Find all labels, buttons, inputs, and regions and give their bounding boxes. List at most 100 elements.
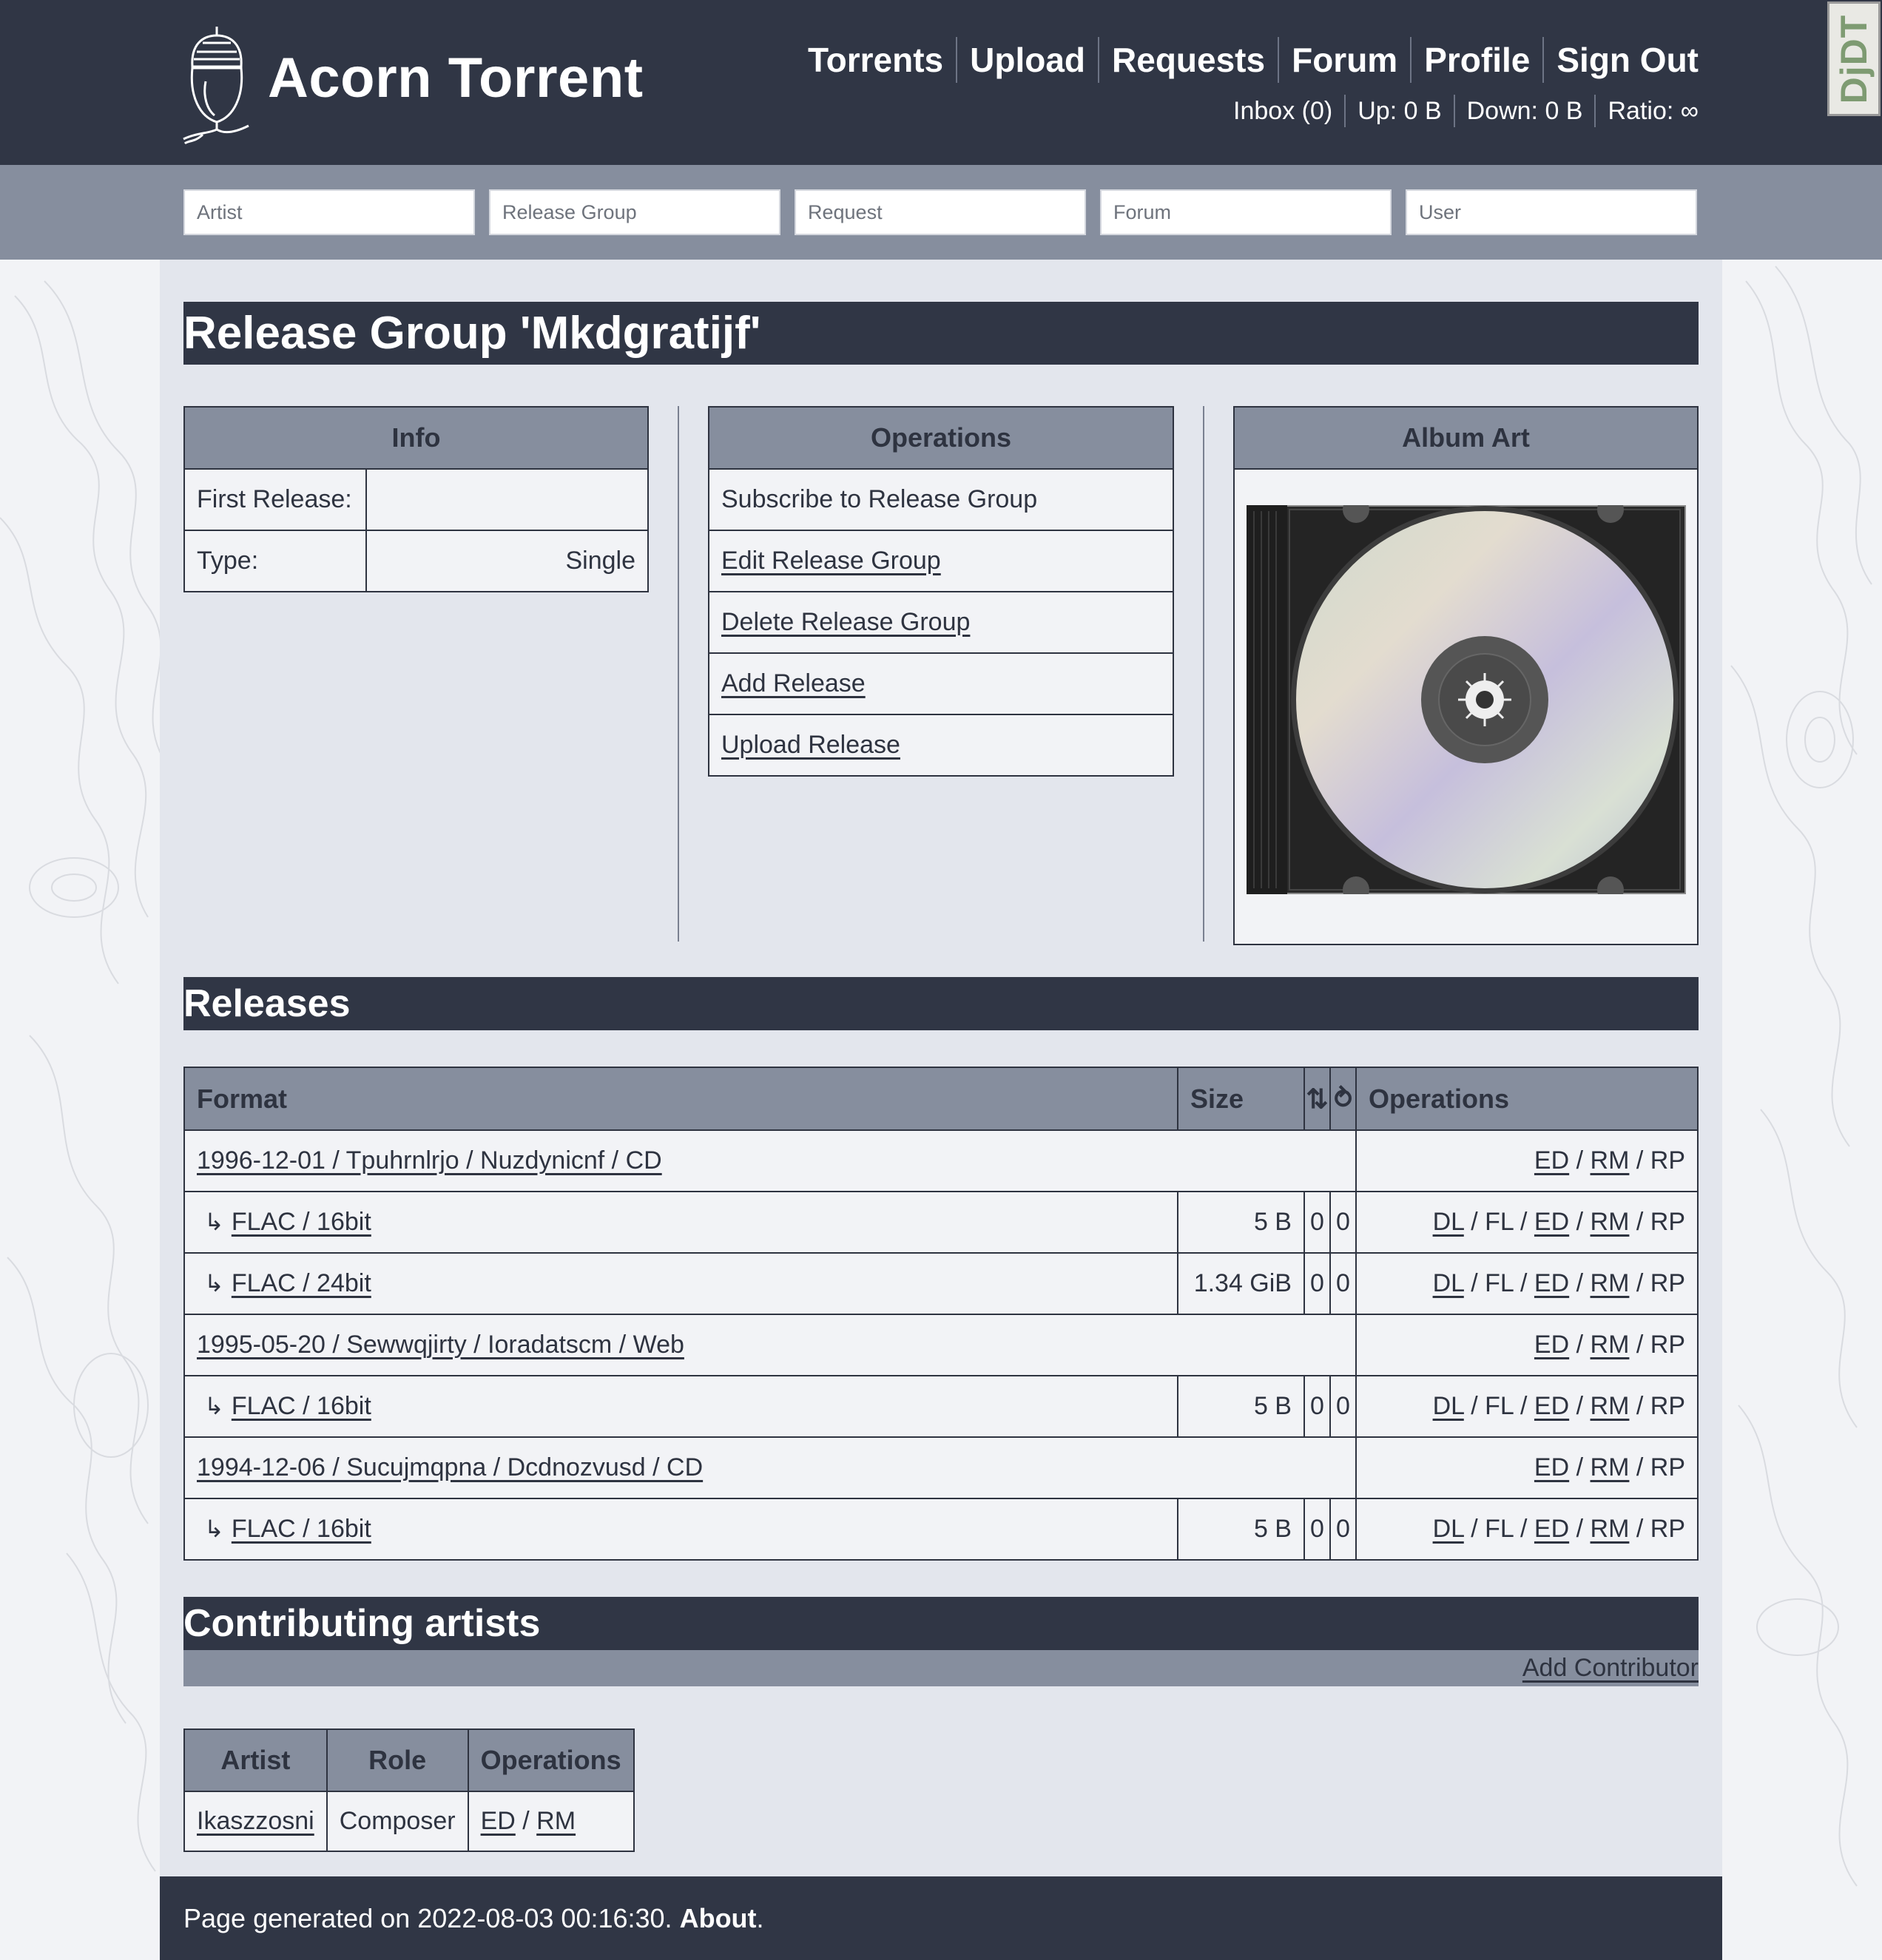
- ratio-stat: Ratio: ∞: [1594, 95, 1699, 127]
- sub-arrow-icon: ↳: [204, 1515, 224, 1542]
- format-column-header[interactable]: Format: [183, 1067, 1178, 1131]
- separator: /: [1636, 1331, 1644, 1359]
- nav-forum[interactable]: Forum: [1278, 37, 1410, 83]
- torrent-freeleech-link[interactable]: FL: [1485, 1515, 1513, 1543]
- torrent-report-link[interactable]: RP: [1650, 1208, 1685, 1236]
- separator: /: [1636, 1392, 1644, 1420]
- torrent-remove-link[interactable]: RM: [1591, 1392, 1630, 1420]
- torrent-snatched: 0: [1329, 1252, 1357, 1315]
- release-link[interactable]: 1995-05-20 / Sewwqjirty / Ioradatscm / W…: [197, 1331, 684, 1359]
- download-stat: Down: 0 B: [1453, 95, 1595, 127]
- contributor-artist-link[interactable]: Ikaszzosni: [197, 1807, 314, 1835]
- operations-column-header: Operations: [1355, 1067, 1699, 1131]
- contributing-toolbar: Add Contributor: [183, 1650, 1699, 1686]
- info-header: Info: [183, 406, 649, 470]
- column-divider: [1203, 406, 1204, 942]
- site-footer: Page generated on 2022-08-03 00:16:30. A…: [160, 1876, 1722, 1960]
- contributors-table: Artist Role Operations Ikaszzosni Compos…: [183, 1728, 635, 1852]
- column-divider: [678, 406, 679, 942]
- torrent-format-link[interactable]: FLAC / 16bit: [232, 1515, 371, 1543]
- add-release-link[interactable]: Add Release: [721, 669, 866, 697]
- album-art-cd-image: [1247, 505, 1686, 894]
- torrent-format-link[interactable]: FLAC / 16bit: [232, 1392, 371, 1420]
- release-edit-link[interactable]: ED: [1534, 1331, 1569, 1359]
- separator: /: [1576, 1453, 1584, 1481]
- search-bar: [0, 165, 1882, 260]
- separator: /: [1576, 1146, 1584, 1175]
- release-report-link[interactable]: RP: [1650, 1331, 1685, 1359]
- album-art-header: Album Art: [1233, 406, 1699, 470]
- type-value: Single: [365, 530, 649, 592]
- release-report-link[interactable]: RP: [1650, 1453, 1685, 1481]
- inbox-link[interactable]: Inbox (0): [1221, 95, 1344, 127]
- torrent-download-link[interactable]: DL: [1433, 1208, 1464, 1236]
- torrent-freeleech-link[interactable]: FL: [1485, 1208, 1513, 1236]
- torrent-snatched: 0: [1329, 1191, 1357, 1254]
- contributor-role: Composer: [326, 1791, 469, 1852]
- torrent-report-link[interactable]: RP: [1650, 1515, 1685, 1543]
- page-title: Release Group 'Mkdgratijf': [183, 308, 761, 359]
- torrent-remove-link[interactable]: RM: [1591, 1208, 1630, 1236]
- release-link[interactable]: 1994-12-06 / Sucujmqpna / Dcdnozvusd / C…: [197, 1453, 703, 1481]
- torrent-seeders: 0: [1303, 1375, 1331, 1438]
- nav-requests[interactable]: Requests: [1098, 37, 1278, 83]
- torrent-remove-link[interactable]: RM: [1591, 1515, 1630, 1543]
- torrent-report-link[interactable]: RP: [1650, 1392, 1685, 1420]
- site-title[interactable]: Acorn Torrent: [268, 46, 644, 110]
- separator: /: [1636, 1453, 1644, 1481]
- torrent-download-link[interactable]: DL: [1433, 1515, 1464, 1543]
- edit-release-group-link[interactable]: Edit Release Group: [721, 547, 941, 575]
- separator: /: [1576, 1208, 1584, 1236]
- acorn-logo-icon[interactable]: [181, 22, 253, 144]
- forum-search-input[interactable]: [1100, 189, 1392, 235]
- delete-release-group-link[interactable]: Delete Release Group: [721, 608, 970, 636]
- torrent-download-link[interactable]: DL: [1433, 1392, 1464, 1420]
- release-remove-link[interactable]: RM: [1591, 1331, 1630, 1359]
- torrent-edit-link[interactable]: ED: [1534, 1208, 1569, 1236]
- torrent-remove-link[interactable]: RM: [1591, 1269, 1630, 1297]
- subscribe-release-group[interactable]: Subscribe to Release Group: [708, 468, 1174, 531]
- release-group-search-input[interactable]: [489, 189, 780, 235]
- torrent-download-link[interactable]: DL: [1433, 1269, 1464, 1297]
- footer-about-link[interactable]: About: [680, 1903, 757, 1933]
- torrent-freeleech-link[interactable]: FL: [1485, 1269, 1513, 1297]
- nav-sign-out[interactable]: Sign Out: [1542, 37, 1699, 83]
- add-contributor-link[interactable]: Add Contributor: [1522, 1650, 1699, 1686]
- user-search-input[interactable]: [1406, 189, 1697, 235]
- release-group-row: 1994-12-06 / Sucujmqpna / Dcdnozvusd / C…: [183, 1436, 1699, 1499]
- separator: /: [1636, 1208, 1644, 1236]
- contributor-remove-link[interactable]: RM: [536, 1807, 576, 1835]
- release-edit-link[interactable]: ED: [1534, 1453, 1569, 1481]
- torrent-format-link[interactable]: FLAC / 24bit: [232, 1269, 371, 1297]
- torrent-report-link[interactable]: RP: [1650, 1269, 1685, 1297]
- size-column-header[interactable]: Size: [1177, 1067, 1305, 1131]
- release-report-link[interactable]: RP: [1650, 1146, 1685, 1175]
- nav-upload[interactable]: Upload: [956, 37, 1098, 83]
- upload-release-link[interactable]: Upload Release: [721, 731, 900, 759]
- artist-column-header: Artist: [183, 1728, 328, 1792]
- album-art-table: Album Art: [1233, 406, 1699, 945]
- request-search-input[interactable]: [795, 189, 1086, 235]
- contributor-edit-link[interactable]: ED: [481, 1807, 516, 1835]
- sub-arrow-icon: ↳: [204, 1209, 224, 1235]
- release-remove-link[interactable]: RM: [1591, 1146, 1630, 1175]
- release-edit-link[interactable]: ED: [1534, 1146, 1569, 1175]
- torrent-row: ↳ FLAC / 24bit 1.34 GiB 0 0 DL / FL / ED / RM…: [183, 1252, 1699, 1315]
- debug-toolbar-handle[interactable]: DjDT: [1827, 1, 1881, 116]
- release-remove-link[interactable]: RM: [1591, 1453, 1630, 1481]
- nav-profile[interactable]: Profile: [1410, 37, 1542, 83]
- separator: /: [1636, 1269, 1644, 1297]
- torrent-format-link[interactable]: FLAC / 16bit: [232, 1208, 371, 1236]
- nav-torrents[interactable]: Torrents: [795, 37, 956, 83]
- torrent-edit-link[interactable]: ED: [1534, 1269, 1569, 1297]
- artist-search-input[interactable]: [183, 189, 475, 235]
- main-content: Release Group 'Mkdgratijf' Info First Re…: [160, 260, 1722, 1960]
- torrent-size: 5 B: [1177, 1498, 1305, 1561]
- release-link[interactable]: 1996-12-01 / Tpuhrnlrjo / Nuzdynicnf / C…: [197, 1146, 662, 1175]
- separator: /: [1636, 1515, 1644, 1543]
- contributor-row: Ikaszzosni Composer ED / RM: [183, 1791, 635, 1852]
- torrent-edit-link[interactable]: ED: [1534, 1392, 1569, 1420]
- torrent-freeleech-link[interactable]: FL: [1485, 1392, 1513, 1420]
- footer-period: .: [756, 1903, 764, 1933]
- torrent-edit-link[interactable]: ED: [1534, 1515, 1569, 1543]
